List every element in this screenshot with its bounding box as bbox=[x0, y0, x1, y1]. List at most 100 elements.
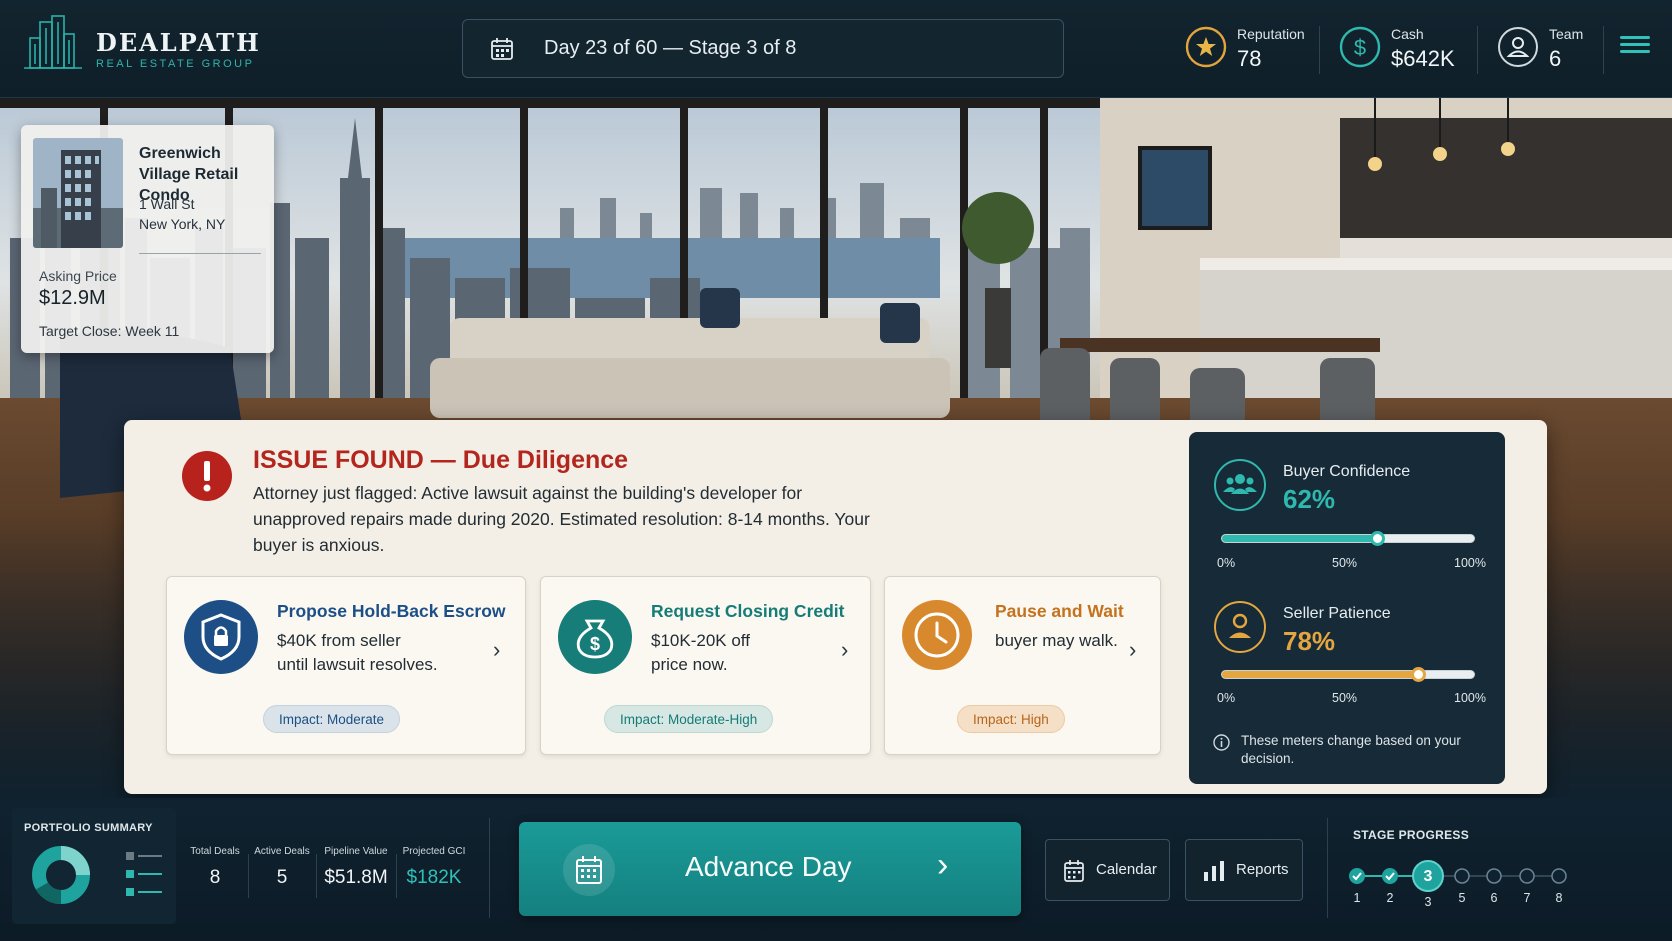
choice-description: $10K-20K off price now. bbox=[651, 629, 750, 677]
building-logo-icon bbox=[24, 15, 82, 69]
issue-title: ISSUE FOUND — Due Diligence bbox=[253, 446, 629, 474]
choice-description-line1: $10K-20K off bbox=[651, 631, 750, 650]
choice-title: Propose Hold-Back Escrow bbox=[277, 601, 506, 621]
kpi-divider bbox=[248, 854, 249, 898]
info-icon bbox=[1213, 734, 1230, 751]
choice-pause-and-wait[interactable]: Pause and Wait buyer may walk. › Impact:… bbox=[884, 576, 1161, 755]
team-label: Team bbox=[1549, 26, 1584, 42]
bottom-bar: PORTFOLIO SUMMARY Total Deals 8 Active D… bbox=[0, 798, 1672, 941]
stage-dot-complete-icon bbox=[1382, 868, 1398, 884]
property-address-line1: 1 Wall St bbox=[139, 196, 195, 212]
alert-icon bbox=[182, 451, 232, 501]
meters-note: These meters change based on your decisi… bbox=[1241, 733, 1461, 766]
chevron-right-icon: › bbox=[937, 846, 949, 884]
team-stat: Team 6 bbox=[1497, 22, 1597, 78]
clock-icon bbox=[902, 600, 972, 670]
stage-label: 8 bbox=[1555, 891, 1563, 905]
impact-badge: Impact: High bbox=[957, 705, 1065, 733]
cash-stat: $ Cash $642K bbox=[1339, 22, 1469, 78]
brand-logo: DEALPATH REAL ESTATE GROUP bbox=[22, 14, 282, 84]
kpi-label: Projected GCI bbox=[402, 846, 466, 857]
calendar-icon bbox=[1064, 860, 1084, 882]
kpi-total-deals: Total Deals 8 bbox=[188, 846, 242, 889]
reputation-label: Reputation bbox=[1237, 26, 1305, 42]
asking-price-label: Asking Price bbox=[39, 268, 117, 284]
kpi-divider bbox=[316, 854, 317, 898]
hamburger-menu-icon[interactable] bbox=[1620, 32, 1650, 62]
reputation-value: 78 bbox=[1237, 46, 1262, 71]
choice-description-line1: buyer may walk. bbox=[995, 631, 1118, 650]
kpi-value: $182K bbox=[406, 867, 462, 888]
money-bag-icon: $ bbox=[558, 600, 632, 674]
portfolio-title: PORTFOLIO SUMMARY bbox=[24, 822, 153, 834]
stat-divider bbox=[1603, 26, 1604, 74]
star-icon bbox=[1185, 26, 1227, 68]
choice-title: Pause and Wait bbox=[995, 601, 1124, 621]
stage-label: 7 bbox=[1523, 891, 1531, 905]
choice-hold-back-escrow[interactable]: Propose Hold-Back Escrow $40K from selle… bbox=[166, 576, 526, 755]
stage-label: 3 bbox=[1424, 895, 1432, 909]
section-divider bbox=[1327, 818, 1328, 918]
current-stage-number: 3 bbox=[1423, 868, 1433, 885]
meter-tick-label: 100% bbox=[1454, 691, 1486, 705]
team-value: 6 bbox=[1549, 46, 1562, 71]
meter-tick-label: 100% bbox=[1454, 556, 1486, 570]
meter-fill bbox=[1222, 535, 1379, 542]
buyer-confidence-label: Buyer Confidence bbox=[1283, 463, 1411, 480]
advance-day-button[interactable]: Advance Day › bbox=[519, 822, 1021, 916]
donut-chart-icon bbox=[32, 846, 90, 904]
calendar-button[interactable]: Calendar bbox=[1045, 839, 1170, 901]
legend-icon bbox=[126, 852, 162, 896]
meters-panel: Buyer Confidence 62% 0% 50% 100% Seller … bbox=[1189, 432, 1505, 784]
kpi-pipeline-value: Pipeline Value $51.8M bbox=[322, 846, 390, 889]
choice-closing-credit[interactable]: $ Request Closing Credit $10K-20K off pr… bbox=[540, 576, 871, 755]
seller-patience-label: Seller Patience bbox=[1283, 605, 1391, 622]
meter-tick-label: 0% bbox=[1217, 691, 1236, 705]
svg-text:$: $ bbox=[590, 634, 600, 654]
stat-divider bbox=[1477, 26, 1478, 74]
dollar-icon: $ bbox=[1339, 26, 1381, 68]
calendar-icon bbox=[491, 38, 513, 60]
kpi-value: 5 bbox=[276, 867, 288, 888]
choice-description-line1: $40K from seller bbox=[277, 631, 401, 650]
choice-description-line2: price now. bbox=[651, 655, 728, 674]
day-status-text: Day 23 of 60 — Stage 3 of 8 bbox=[544, 37, 797, 59]
advance-day-label: Advance Day bbox=[685, 851, 852, 882]
chevron-right-icon: › bbox=[841, 637, 849, 662]
choice-title: Request Closing Credit bbox=[651, 601, 845, 621]
stat-divider bbox=[1319, 26, 1320, 74]
target-close: Target Close: Week 11 bbox=[39, 323, 180, 339]
meter-tick-label: 0% bbox=[1217, 556, 1236, 570]
person-icon bbox=[1498, 27, 1538, 67]
buyer-confidence-meter bbox=[1221, 531, 1475, 546]
reports-button[interactable]: Reports bbox=[1185, 839, 1303, 901]
brand-subtitle: REAL ESTATE GROUP bbox=[96, 58, 255, 70]
brand-name: DEALPATH bbox=[96, 28, 261, 57]
kpi-label: Total Deals bbox=[190, 846, 240, 857]
top-bar: DEALPATH REAL ESTATE GROUP Day 23 of 60 … bbox=[0, 0, 1672, 98]
meter-knob bbox=[1370, 531, 1386, 546]
kpi-projected-gci: Projected GCI $182K bbox=[402, 846, 466, 889]
chevron-right-icon: › bbox=[493, 637, 501, 662]
buyer-confidence-value: 62% bbox=[1283, 484, 1336, 514]
portfolio-summary: PORTFOLIO SUMMARY bbox=[12, 808, 176, 924]
divider bbox=[139, 253, 261, 254]
advance-icon-bg bbox=[563, 844, 615, 896]
stage-label: 2 bbox=[1386, 891, 1394, 905]
reputation-stat: Reputation 78 bbox=[1185, 22, 1315, 78]
meter-tick-label: 50% bbox=[1332, 556, 1358, 570]
kpi-divider bbox=[396, 854, 397, 898]
property-address-line2: New York, NY bbox=[139, 216, 226, 232]
stage-dot-complete-icon bbox=[1349, 868, 1365, 884]
group-icon bbox=[1214, 459, 1266, 511]
property-photo bbox=[33, 138, 123, 248]
stage-label: 1 bbox=[1353, 891, 1361, 905]
kpi-value: $51.8M bbox=[324, 867, 388, 888]
kpi-label: Active Deals bbox=[254, 846, 310, 857]
seller-person-icon bbox=[1214, 601, 1266, 653]
stage-label: 5 bbox=[1458, 891, 1466, 905]
property-card[interactable]: Greenwich Village Retail Condo 1 Wall St… bbox=[21, 125, 274, 353]
day-status-box: Day 23 of 60 — Stage 3 of 8 bbox=[462, 19, 1064, 78]
chevron-right-icon: › bbox=[1129, 637, 1137, 662]
shield-lock-icon bbox=[184, 600, 258, 674]
